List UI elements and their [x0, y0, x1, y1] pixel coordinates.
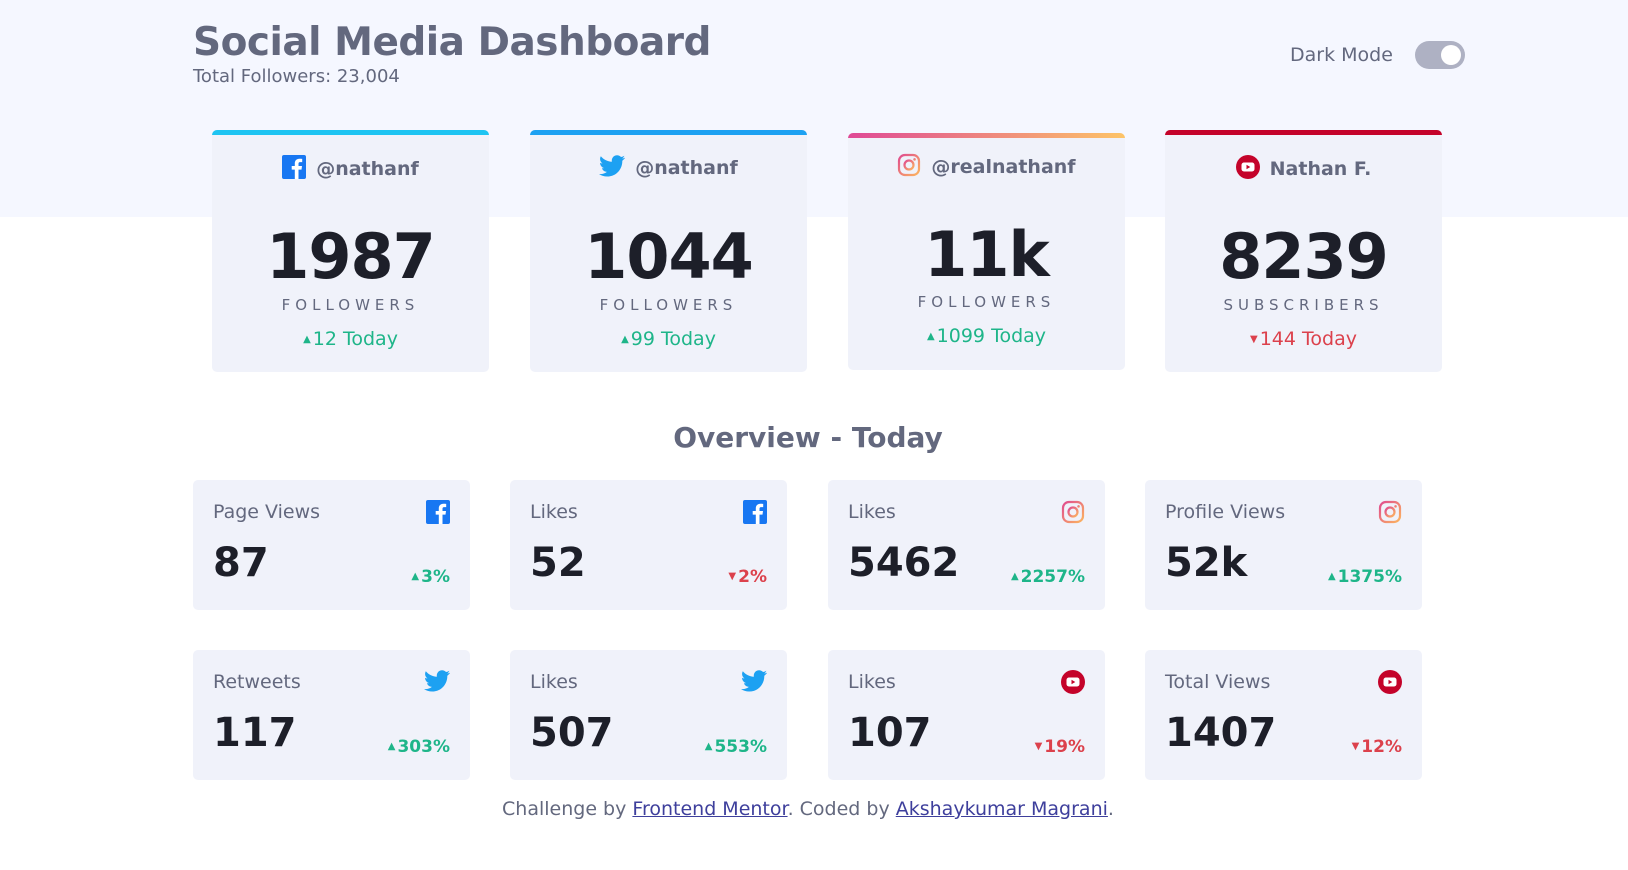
- overview-label: Page Views: [213, 501, 321, 523]
- follower-delta: ▲ 99 Today: [621, 328, 716, 350]
- youtube-icon: [1235, 155, 1260, 183]
- card-header: @nathanf: [530, 155, 807, 181]
- header: Social Media Dashboard Total Followers: …: [193, 18, 711, 87]
- follower-delta: ▼ 144 Today: [1250, 328, 1357, 350]
- footer-suffix: .: [1107, 798, 1114, 820]
- handle: @realnathanf: [931, 156, 1076, 178]
- up-arrow-icon: ▲: [926, 331, 935, 342]
- overview-value: 107: [848, 710, 932, 756]
- dark-mode-label: Dark Mode: [1290, 44, 1393, 66]
- overview-percent: ▲ 2257%: [1010, 567, 1085, 587]
- follower-card-twitter[interactable]: @nathanf 1044 FOLLOWERS ▲ 99 Today: [530, 130, 807, 372]
- overview-label: Likes: [530, 501, 578, 523]
- youtube-icon: [1378, 670, 1402, 698]
- up-arrow-icon: ▲: [303, 334, 311, 345]
- overview-label: Likes: [848, 501, 896, 523]
- follower-count: 11k: [924, 218, 1050, 291]
- frontend-mentor-link[interactable]: Frontend Mentor: [632, 798, 787, 820]
- facebook-icon: [426, 500, 450, 528]
- follower-count: 1044: [584, 220, 754, 293]
- footer-middle: . Coded by: [787, 798, 896, 820]
- handle: @nathanf: [316, 158, 419, 180]
- overview-card[interactable]: Likes 5462 ▲ 2257%: [828, 480, 1105, 610]
- card-accent-bar: [212, 130, 489, 135]
- overview-percent: ▼ 12%: [1351, 737, 1402, 757]
- up-arrow-icon: ▲: [1327, 571, 1336, 582]
- overview-value: 117: [213, 710, 297, 756]
- card-accent-bar: [1165, 130, 1442, 135]
- overview-value: 52k: [1165, 540, 1248, 586]
- follower-delta: ▲ 1099 Today: [926, 325, 1047, 347]
- up-arrow-icon: ▲: [621, 334, 629, 345]
- down-arrow-icon: ▼: [1250, 334, 1258, 345]
- handle: Nathan F.: [1269, 158, 1372, 180]
- twitter-icon: [741, 670, 767, 696]
- overview-card[interactable]: Total Views 1407 ▼ 12%: [1145, 650, 1422, 780]
- overview-value: 507: [530, 710, 614, 756]
- follower-unit: SUBSCRIBERS: [1223, 296, 1384, 314]
- total-followers: Total Followers: 23,004: [193, 66, 400, 87]
- overview-title: Overview - Today: [673, 421, 943, 454]
- up-arrow-icon: ▲: [387, 741, 396, 752]
- author-link[interactable]: Akshaykumar Magrani: [896, 798, 1108, 820]
- overview-value: 1407: [1165, 710, 1277, 756]
- dark-mode-control: Dark Mode: [1290, 41, 1465, 69]
- youtube-icon: [1061, 670, 1085, 698]
- instagram-icon: [1378, 500, 1402, 528]
- follower-count: 8239: [1219, 220, 1389, 293]
- overview-percent: ▲ 3%: [411, 567, 450, 587]
- facebook-icon: [743, 500, 767, 528]
- dark-mode-toggle[interactable]: [1414, 41, 1465, 69]
- handle: @nathanf: [635, 157, 738, 179]
- down-arrow-icon: ▼: [1034, 741, 1043, 752]
- follower-card-youtube[interactable]: Nathan F. 8239 SUBSCRIBERS ▼ 144 Today: [1165, 130, 1442, 372]
- toggle-knob: [1440, 45, 1461, 65]
- footer: Challenge by Frontend Mentor. Coded by A…: [0, 798, 1616, 820]
- overview-value: 87: [213, 540, 269, 586]
- follower-count: 1987: [266, 220, 436, 293]
- follower-card-instagram[interactable]: @realnathanf 11k FOLLOWERS ▲ 1099 Today: [848, 133, 1125, 370]
- overview-label: Likes: [530, 671, 578, 693]
- card-accent-bar: [530, 130, 807, 135]
- overview-percent: ▲ 303%: [387, 737, 450, 757]
- footer-prefix: Challenge by: [502, 798, 633, 820]
- instagram-icon: [897, 153, 921, 181]
- instagram-icon: [1061, 500, 1085, 528]
- down-arrow-icon: ▼: [1351, 741, 1360, 752]
- overview-label: Profile Views: [1165, 501, 1286, 523]
- overview-card[interactable]: Likes 52 ▼ 2%: [510, 480, 787, 610]
- page-title: Social Media Dashboard: [193, 20, 711, 65]
- overview-label: Retweets: [213, 671, 301, 693]
- overview-percent: ▲ 1375%: [1327, 567, 1402, 587]
- follower-delta: ▲ 12 Today: [303, 328, 398, 350]
- overview-value: 52: [530, 540, 586, 586]
- overview-card[interactable]: Likes 507 ▲ 553%: [510, 650, 787, 780]
- overview-value: 5462: [848, 540, 960, 586]
- follower-unit: FOLLOWERS: [281, 296, 420, 314]
- twitter-icon: [424, 670, 450, 696]
- up-arrow-icon: ▲: [411, 571, 420, 582]
- follower-unit: FOLLOWERS: [917, 293, 1056, 311]
- follower-card-facebook[interactable]: @nathanf 1987 FOLLOWERS ▲ 12 Today: [212, 130, 489, 372]
- card-header: @nathanf: [212, 155, 489, 183]
- follower-unit: FOLLOWERS: [599, 296, 738, 314]
- overview-card[interactable]: Likes 107 ▼ 19%: [828, 650, 1105, 780]
- card-header: @realnathanf: [848, 153, 1125, 181]
- down-arrow-icon: ▼: [728, 571, 737, 582]
- overview-label: Total Views: [1165, 671, 1271, 693]
- overview-percent: ▼ 2%: [728, 567, 767, 587]
- card-header: Nathan F.: [1165, 155, 1442, 183]
- overview-label: Likes: [848, 671, 896, 693]
- overview-percent: ▲ 553%: [704, 737, 767, 757]
- twitter-icon: [599, 155, 626, 181]
- overview-card[interactable]: Page Views 87 ▲ 3%: [193, 480, 470, 610]
- card-accent-bar: [848, 133, 1125, 138]
- overview-percent: ▼ 19%: [1034, 737, 1085, 757]
- up-arrow-icon: ▲: [1010, 571, 1019, 582]
- overview-card[interactable]: Retweets 117 ▲ 303%: [193, 650, 470, 780]
- up-arrow-icon: ▲: [704, 741, 713, 752]
- overview-card[interactable]: Profile Views 52k ▲ 1375%: [1145, 480, 1422, 610]
- facebook-icon: [282, 155, 307, 183]
